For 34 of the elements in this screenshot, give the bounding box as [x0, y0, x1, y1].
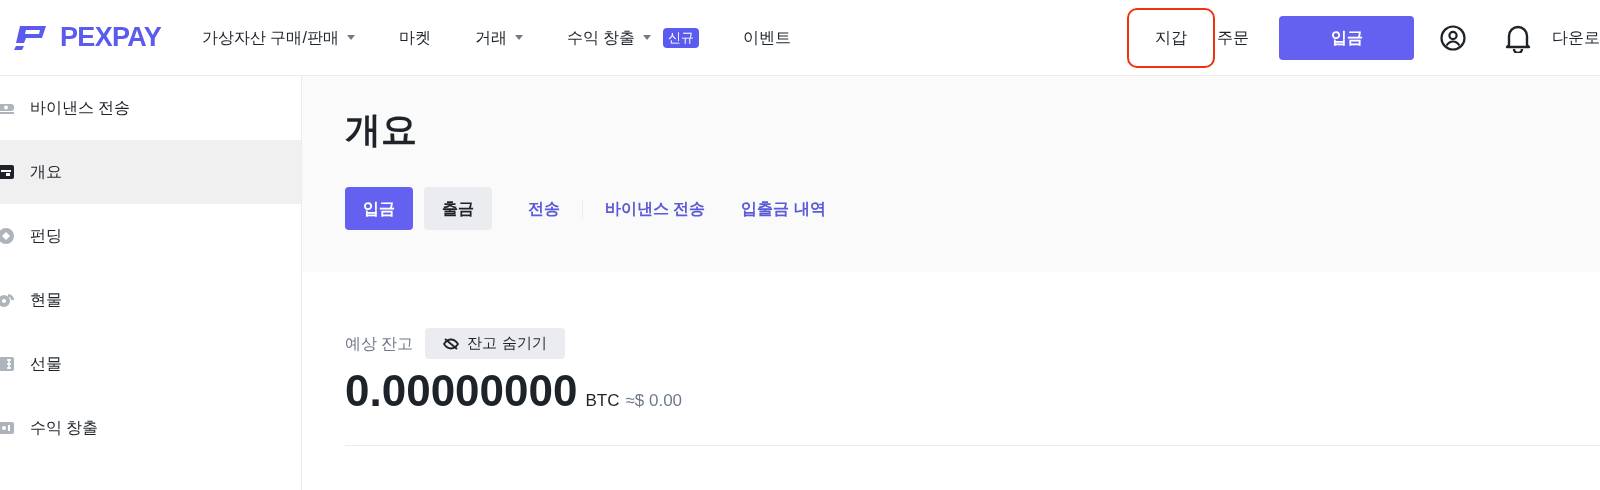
- nav-link[interactable]: 마켓: [398, 25, 431, 50]
- action-link[interactable]: 입출금 내역: [723, 196, 844, 221]
- download-link[interactable]: 다운로: [1552, 25, 1600, 50]
- balance-amount: 0.00000000: [345, 365, 578, 417]
- action-link[interactable]: 전송: [510, 196, 578, 221]
- profile-icon[interactable]: [1440, 24, 1466, 51]
- action-link[interactable]: 바이낸스 전송: [587, 196, 724, 221]
- new-badge: 신규: [663, 27, 700, 48]
- nav-link[interactable]: 가상자산 구매/판매: [202, 25, 339, 50]
- sidebar-icon: [0, 228, 14, 244]
- nav-link[interactable]: 지갑: [1127, 7, 1215, 68]
- deposit-tab-button[interactable]: 입금: [345, 187, 413, 230]
- deposit-button[interactable]: 입금: [1279, 15, 1414, 60]
- sidebar-icon: [0, 102, 14, 114]
- page-title: 개요: [345, 108, 418, 152]
- nav-link[interactable]: 거래: [474, 25, 507, 50]
- caret-icon: [643, 35, 652, 40]
- withdraw-button[interactable]: 출금: [424, 187, 492, 230]
- fiat-value: ≈$ 0.00: [625, 390, 683, 412]
- logo-text[interactable]: PEXPAY: [60, 17, 161, 58]
- sidebar-icon: [0, 292, 14, 308]
- nav-link[interactable]: 수익 창출: [566, 25, 636, 50]
- eye-off-icon: [443, 337, 460, 350]
- sidebar-item[interactable]: 개요: [0, 140, 301, 204]
- sidebar-icon: [0, 422, 14, 434]
- balance-label: 예상 잔고: [345, 333, 414, 354]
- sidebar-icon: [0, 357, 14, 371]
- nav-link[interactable]: 주문: [1217, 25, 1279, 50]
- balance-unit: BTC: [585, 390, 620, 412]
- nav-link[interactable]: 이벤트: [743, 25, 792, 50]
- caret-icon: [514, 35, 523, 40]
- caret-icon: [346, 35, 355, 40]
- hide-balance-button[interactable]: 잔고 숨기기: [425, 328, 565, 359]
- sidebar-icon: [0, 165, 14, 179]
